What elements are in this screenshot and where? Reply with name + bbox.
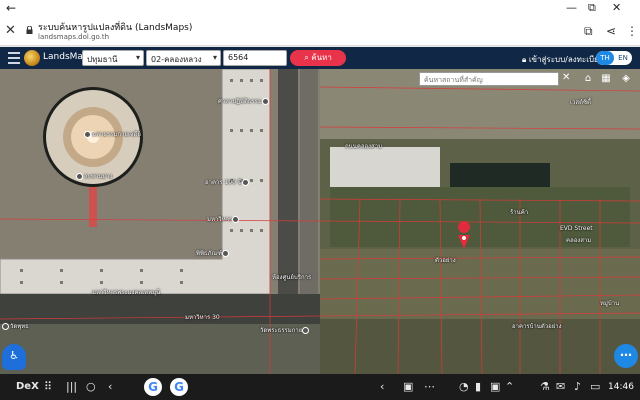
restore-icon[interactable]: ⧉ [588,0,596,16]
battery-icon: ▮ [475,380,482,393]
map-label[interactable]: เวสต์ซิตี้ [570,97,591,107]
province-select[interactable]: ปทุมธานี ▾ [82,50,144,66]
map-label[interactable]: วัดพุทธ [2,321,29,331]
accessibility-icon: ♿︎ [9,349,19,362]
flask-icon: ⚗ [540,380,550,393]
keyboard-icon[interactable]: ▦ [598,71,614,87]
google-app-icon[interactable]: G [144,378,162,396]
login-label: เข้าสู่ระบบ/ลงทะเบียน [528,55,605,64]
landmark-icon [302,327,310,334]
screen: ← — ⧉ ✕ ✕ ระบบค้นหารูปแปลงที่ดิน (LandsM… [0,0,640,400]
wifi-icon: ◔ [459,380,469,393]
chevron-down-icon: ▾ [212,53,217,62]
map-label[interactable]: มหาวิหารพระมงคลเทพมุนี [92,287,160,297]
app-header: LandsMaps ปทุมธานี ▾ 02-คลองหลวง ▾ 6564 … [0,47,640,69]
screen-icon[interactable]: ▭ [590,374,600,400]
volume-icon[interactable]: ♪ [574,374,581,400]
system-window-bar: ← — ⧉ ✕ [0,0,640,16]
map-label-dhammakaya[interactable]: มหาธรรมกายเจดีย์ [84,129,141,139]
back-icon[interactable]: ‹ [108,374,112,400]
district-select[interactable]: 02-คลองหลวง ▾ [146,50,221,66]
map-label[interactable]: EVD Street [560,225,593,232]
lang-en[interactable]: EN [614,51,632,65]
close-icon[interactable]: ✕ [5,23,16,38]
apps-grid-icon[interactable]: ⠿ [44,374,52,400]
district-value: 02-คลองหลวง [151,55,202,64]
dex-label[interactable]: DeX [16,374,39,400]
map-label[interactable]: หมู่บ้าน [600,298,619,308]
lock-icon: 🔒︎ [522,55,527,64]
map-label[interactable]: คลองสาม [566,235,591,245]
search-button[interactable]: ⌕ ค้นหา [290,50,346,66]
map-label[interactable]: สะพานยาง [76,171,112,181]
more-menu-icon[interactable]: ⋮ [626,24,638,38]
accessibility-button[interactable]: ♿︎ [2,344,26,370]
logo [24,50,40,66]
map-label[interactable]: วัดพระธรรมกาย [260,325,310,335]
landmark-icon [84,131,91,138]
arrow-left-icon[interactable]: ← [6,0,16,16]
notification-icon: ▣ [490,380,501,393]
parcel-number-value: 6564 [228,53,249,62]
province-value: ปทุมธานี [87,55,118,64]
map-label[interactable]: ศาลาปฏิบัติธรรม [218,96,270,106]
recents-icon[interactable]: ||| [66,374,77,400]
clear-search-icon[interactable]: ✕ [562,72,570,83]
map-label[interactable]: ตัวอย่าง [435,255,456,265]
map-label[interactable]: ถนนคลองสาม [345,141,382,151]
language-toggle[interactable]: TH EN [596,51,632,65]
map-label[interactable]: อาคารบ้านตัวอย่าง [512,321,562,331]
landmark-icon [261,98,269,105]
map-label[interactable]: อาคาร 100 ปี [205,177,250,187]
map-label[interactable]: ร้านค้า [510,207,528,217]
more-dots-icon: ⋯ [620,348,632,362]
map-label[interactable]: มหาวิหาร [207,214,240,224]
chevron-down-icon: ▾ [135,53,140,62]
chevron-left-icon[interactable]: ‹ [380,374,384,400]
landmark-icon [241,179,249,186]
place-search-input[interactable]: ค้นหาสถานที่สำคัญ [419,72,559,86]
dex-taskbar: DeX ⠿ ||| ○ ‹ G G ‹ ▣ ⋯ ◔ ▮ ▣ ⌃ ⚗ ✉ ♪ ▭ … [0,374,640,400]
chat-fab-button[interactable]: ⋯ [614,344,638,368]
search-button-label: ค้นหา [311,53,332,62]
minimize-icon[interactable]: — [566,0,577,16]
parcel-number-input[interactable]: 6564 [223,50,287,66]
map-label[interactable]: ห้องศูนย์บริการ [272,272,311,282]
layers-icon[interactable]: ◈ [618,71,634,87]
landmark-icon [2,323,9,330]
landmark-icon [232,216,240,223]
mail-icon: ✉ [556,380,566,393]
gallery-icon[interactable]: ▣ [403,374,413,400]
hamburger-menu-icon[interactable] [8,52,20,64]
lock-icon [26,26,33,34]
lang-th[interactable]: TH [596,51,614,65]
landmark-icon [222,250,230,257]
page-url: landsmaps.dol.go.th [38,33,110,41]
google-app-icon[interactable]: G [170,378,188,396]
landmark-icon [76,173,83,180]
page-title: ระบบค้นหารูปแปลงที่ดิน (LandsMaps) [38,23,193,33]
login-link[interactable]: 🔒︎ เข้าสู่ระบบ/ลงทะเบียน [522,53,604,66]
close-window-icon[interactable]: ✕ [612,0,621,16]
share-icon[interactable]: ⋖ [606,24,616,38]
map-label[interactable]: มหาวิหาร 30 [185,312,220,322]
browser-toolbar: ✕ ระบบค้นหารูปแปลงที่ดิน (LandsMaps) lan… [0,16,640,46]
clock: 14:46 [608,382,634,392]
home-icon[interactable]: ⌂ [580,71,596,87]
up-arrow-icon[interactable]: ⌃ [505,374,514,400]
satellite-map[interactable]: มหาธรรมกายเจดีย์ สะพานยาง ศาลาปฏิบัติธรร… [0,69,640,374]
more-dots-icon[interactable]: ⋯ [424,374,435,400]
map-label[interactable]: พิพิธภัณฑ์ [196,248,230,258]
open-in-browser-icon[interactable]: ⧉ [584,24,593,39]
home-circle-icon[interactable]: ○ [86,374,96,400]
